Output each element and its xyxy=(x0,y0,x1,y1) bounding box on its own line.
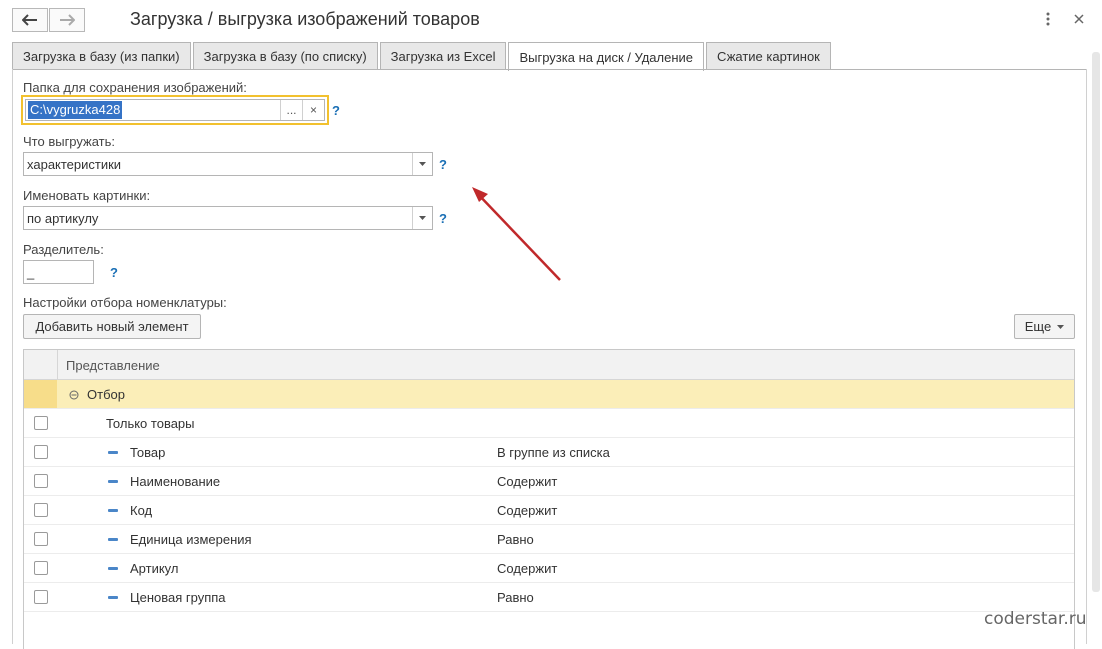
folder-field-focus: C:\vygruzka428 ... × xyxy=(21,95,329,125)
tab-compress-images[interactable]: Сжатие картинок xyxy=(706,42,831,70)
row-condition: Равно xyxy=(497,590,534,605)
arrow-left-icon xyxy=(22,14,37,26)
field-icon xyxy=(108,567,118,570)
field-icon xyxy=(108,538,118,541)
row-checkbox[interactable] xyxy=(34,532,48,546)
naming-select[interactable]: по артикулу xyxy=(23,206,433,230)
close-icon[interactable] xyxy=(1070,10,1088,28)
folder-label: Папка для сохранения изображений: xyxy=(23,80,247,95)
more-menu-icon[interactable] xyxy=(1042,10,1054,28)
panel-border-right xyxy=(1086,69,1087,644)
field-icon xyxy=(108,480,118,483)
table-row[interactable]: Товар В группе из списка xyxy=(24,438,1074,467)
back-button[interactable] xyxy=(12,8,48,32)
what-value: характеристики xyxy=(27,156,122,172)
scrollbar[interactable] xyxy=(1092,52,1100,592)
column-header-presentation[interactable]: Представление xyxy=(66,358,160,373)
annotation-arrow-icon xyxy=(472,187,561,281)
folder-value: C:\vygruzka428 xyxy=(28,101,123,119)
row-name: Код xyxy=(130,503,153,518)
row-condition: Содержит xyxy=(497,561,558,576)
row-condition: В группе из списка xyxy=(497,445,610,460)
folder-input[interactable]: C:\vygruzka428 ... × xyxy=(25,99,325,121)
arrow-right-icon xyxy=(60,14,75,26)
field-icon xyxy=(108,509,118,512)
group-row[interactable]: Отбор xyxy=(24,380,1074,409)
naming-value: по артикулу xyxy=(27,210,99,226)
row-name: Только товары xyxy=(106,416,195,431)
separator-label: Разделитель: xyxy=(23,242,104,257)
group-label: Отбор xyxy=(87,387,125,402)
filter-table: Представление Отбор Только товары Товар … xyxy=(23,349,1075,649)
row-checkbox[interactable] xyxy=(34,416,48,430)
add-element-button[interactable]: Добавить новый элемент xyxy=(23,314,201,339)
clear-button[interactable]: × xyxy=(302,100,324,120)
table-row[interactable]: Только товары xyxy=(24,409,1074,438)
what-select[interactable]: характеристики xyxy=(23,152,433,176)
what-label: Что выгружать: xyxy=(23,134,116,149)
row-condition: Содержит xyxy=(497,503,558,518)
row-checkbox[interactable] xyxy=(34,503,48,517)
row-checkbox[interactable] xyxy=(34,445,48,459)
more-button-label: Еще xyxy=(1024,319,1052,334)
table-row[interactable]: Единица измерения Равно xyxy=(24,525,1074,554)
watermark: coderstar.ru xyxy=(984,609,1087,629)
row-checkbox[interactable] xyxy=(34,474,48,488)
row-checkbox[interactable] xyxy=(34,561,48,575)
collapse-icon[interactable] xyxy=(69,390,79,400)
row-condition: Равно xyxy=(497,532,534,547)
tab-load-by-list[interactable]: Загрузка в базу (по списку) xyxy=(192,42,378,70)
separator-input[interactable]: _ xyxy=(23,260,94,284)
separator-help-icon[interactable]: ? xyxy=(110,265,118,280)
panel-border xyxy=(12,69,1086,70)
row-name: Единица измерения xyxy=(130,532,252,547)
row-name: Ценовая группа xyxy=(130,590,226,605)
filter-label: Настройки отбора номенклатуры: xyxy=(23,295,227,310)
row-condition: Содержит xyxy=(497,474,558,489)
tab-bar: Загрузка в базу (из папки) Загрузка в ба… xyxy=(12,42,833,71)
folder-help-icon[interactable]: ? xyxy=(332,103,340,118)
row-name: Наименование xyxy=(130,474,221,489)
table-row[interactable]: Артикул Содержит xyxy=(24,554,1074,583)
field-icon xyxy=(108,451,118,454)
row-name: Артикул xyxy=(130,561,179,576)
window-title: Загрузка / выгрузка изображений товаров xyxy=(130,9,480,29)
select-folder-button[interactable]: ... xyxy=(280,100,302,120)
dropdown-icon[interactable] xyxy=(412,153,432,175)
field-icon xyxy=(108,596,118,599)
chevron-down-icon xyxy=(1057,324,1065,329)
what-help-icon[interactable]: ? xyxy=(439,157,447,172)
naming-label: Именовать картинки: xyxy=(23,188,151,203)
panel-border-left xyxy=(12,69,13,644)
row-checkbox[interactable] xyxy=(34,590,48,604)
dropdown-icon[interactable] xyxy=(412,207,432,229)
table-row[interactable]: Код Содержит xyxy=(24,496,1074,525)
tab-export-delete[interactable]: Выгрузка на диск / Удаление xyxy=(508,42,705,71)
table-row[interactable]: Ценовая группа Равно xyxy=(24,583,1074,612)
separator-value: _ xyxy=(27,264,35,280)
tab-load-from-folder[interactable]: Загрузка в базу (из папки) xyxy=(12,42,191,70)
more-button[interactable]: Еще xyxy=(1014,314,1075,339)
table-row[interactable]: Наименование Содержит xyxy=(24,467,1074,496)
table-header: Представление xyxy=(24,350,1074,380)
row-name: Товар xyxy=(130,445,166,460)
tab-load-from-excel[interactable]: Загрузка из Excel xyxy=(379,42,507,70)
naming-help-icon[interactable]: ? xyxy=(439,211,447,226)
forward-button[interactable] xyxy=(49,8,85,32)
